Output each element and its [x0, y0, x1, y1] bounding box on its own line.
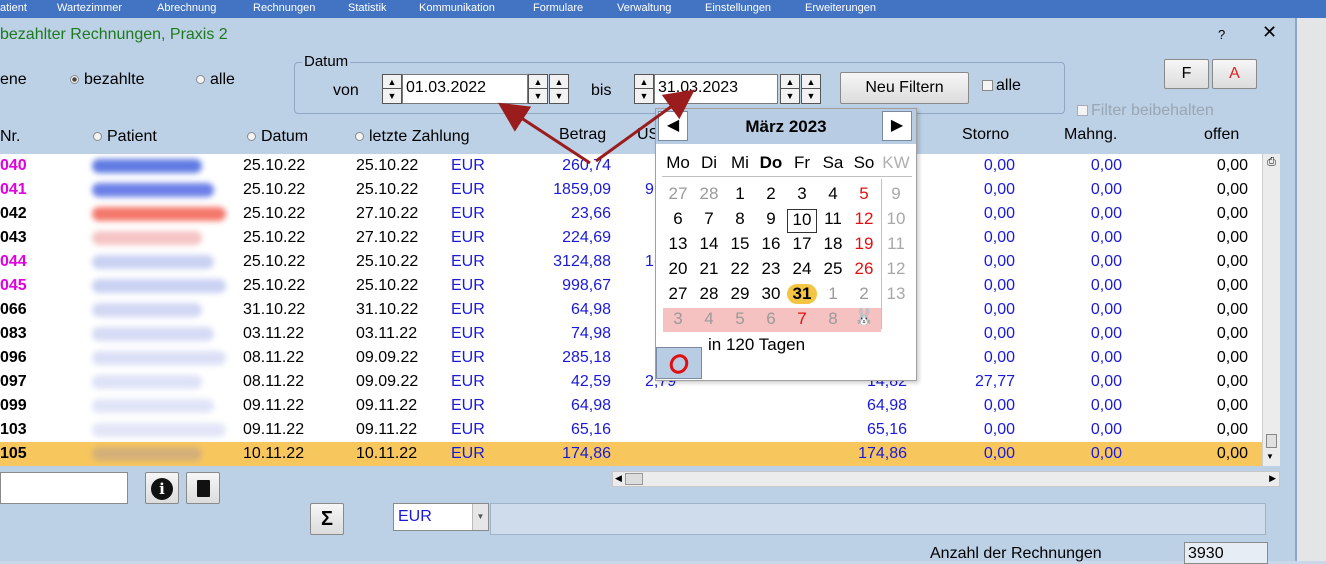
annotation-arrows — [497, 89, 695, 165]
arrow-to-to-date — [595, 89, 695, 163]
arrow-to-from-date — [497, 102, 591, 165]
